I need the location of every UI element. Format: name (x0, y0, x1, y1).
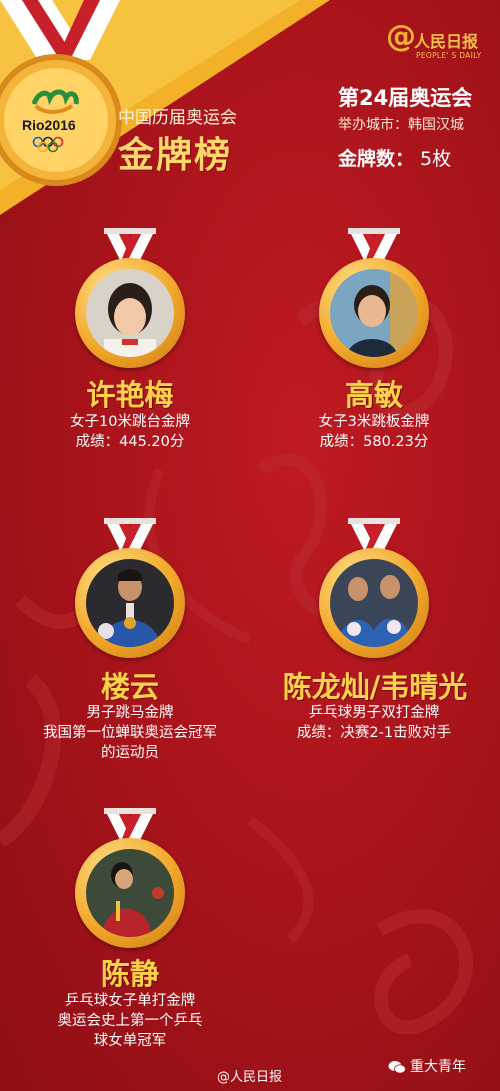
athlete-line: 乒乓球女子单打金牌 (64, 993, 196, 1009)
athlete-line: 成绩：580.23分 (319, 434, 429, 450)
athlete-desc-5: 乒乓球女子单打金牌 奥运会史上第一个乒乓 球女单冠军 (20, 991, 240, 1051)
athlete-desc-2: 女子3米跳板金牌 成绩：580.23分 (274, 412, 474, 452)
athlete-name-2: 高敏 (344, 378, 403, 412)
brand-name: 人民日报 (414, 32, 479, 51)
people-daily-brand: @ 人民日报 PEOPLE' S DAILY (386, 19, 496, 64)
athlete-photo (86, 269, 174, 357)
athlete-line: 成绩：决赛2-1击败对手 (296, 725, 452, 741)
athlete-photo (330, 269, 418, 357)
wechat-icon (388, 1061, 406, 1074)
wechat-credit: 重大青年 (388, 1056, 466, 1076)
athlete-photo (330, 559, 418, 647)
medal-count-value: 5枚 (420, 148, 452, 170)
weibo-credit: @人民日报 (217, 1070, 283, 1085)
medal-count: 金牌数： 5枚 (338, 144, 498, 171)
rio-logo: Rio2016 (14, 84, 98, 154)
athlete-line: 我国第一位蝉联奥运会冠军 (43, 725, 217, 741)
athlete-desc-1: 女子10米跳台金牌 成绩：445.20分 (30, 412, 230, 452)
athlete-line: 男子跳马金牌 (86, 705, 174, 721)
games-title: 第24届奥运会 (338, 86, 473, 110)
athlete-name-3: 楼云 (100, 670, 159, 704)
wechat-account-name: 重大青年 (410, 1059, 466, 1075)
games-info: 第24届奥运会 举办城市：韩国汉城 金牌数： 5枚 (338, 82, 498, 171)
athlete-line: 奥运会史上第一个乒乓 (57, 1013, 203, 1029)
athlete-line: 球女单冠军 (93, 1033, 167, 1049)
rio-logo-text: Rio2016 (22, 117, 76, 133)
games-city: 举办城市：韩国汉城 (338, 117, 464, 133)
at-icon: @ (386, 19, 416, 54)
medal-athlete-5 (70, 808, 190, 958)
athlete-photo (86, 849, 174, 937)
athlete-line: 的运动员 (101, 745, 159, 761)
medal-athlete-1 (70, 228, 190, 378)
brand-name-en: PEOPLE' S DAILY (416, 51, 482, 60)
medal-athlete-4 (314, 518, 434, 668)
medal-count-label: 金牌数： (338, 148, 415, 170)
athlete-photo (86, 559, 174, 647)
athlete-desc-4: 乒乓球男子双打金牌 成绩：决赛2-1击败对手 (264, 703, 484, 743)
page-title: 金牌榜 (118, 135, 233, 176)
athlete-name-5: 陈静 (100, 957, 159, 991)
medal-athlete-2 (314, 228, 434, 378)
athlete-name-4: 陈龙灿/韦晴光 (282, 670, 468, 704)
athlete-line: 女子3米跳板金牌 (318, 414, 430, 430)
athlete-line: 女子10米跳台金牌 (70, 414, 190, 430)
page-subtitle: 中国历届奥运会 (118, 108, 237, 128)
athlete-line: 成绩：445.20分 (75, 434, 185, 450)
athlete-line: 乒乓球男子双打金牌 (308, 705, 440, 721)
athlete-desc-3: 男子跳马金牌 我国第一位蝉联奥运会冠军 的运动员 (20, 703, 240, 763)
medal-athlete-3 (70, 518, 190, 668)
athlete-name-1: 许艳梅 (86, 378, 174, 412)
